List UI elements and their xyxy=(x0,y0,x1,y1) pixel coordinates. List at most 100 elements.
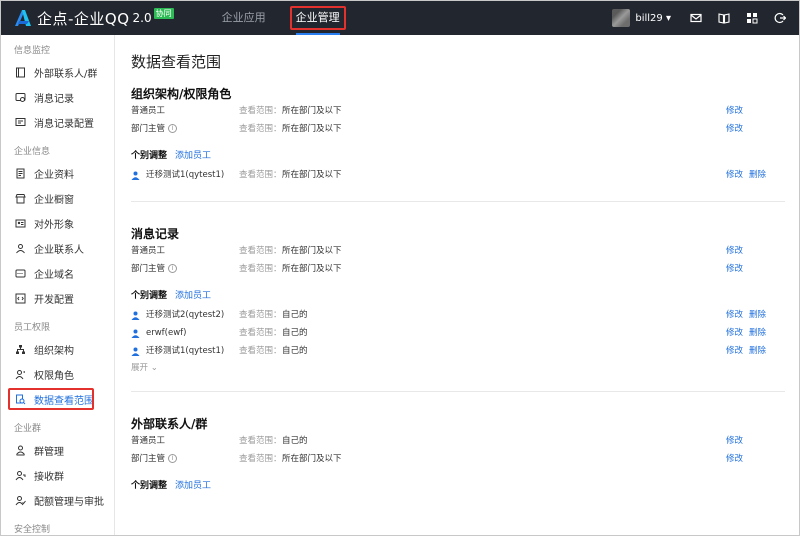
edit-link[interactable]: 修改 xyxy=(726,306,743,324)
chevron-down-icon: ⌄ xyxy=(150,363,158,373)
sidebar-item-group-manage[interactable]: 群管理 xyxy=(1,438,114,463)
edit-link[interactable]: 修改 xyxy=(726,166,743,184)
sidebar-item-public-image[interactable]: 对外形象 xyxy=(1,211,114,236)
person-row: 迁移测试1(qytest1) 查看范围： 所在部门及以下 修改 删除 xyxy=(131,166,785,184)
brand-badge: 协同 xyxy=(153,7,174,19)
top-right-tools: bill29 ▾ xyxy=(612,1,799,35)
app-window: 企点-企业QQ 2.0 协同 企业应用 企业管理 bill29 ▾ 信息监控 外… xyxy=(0,0,800,536)
person-row: 迁移测试1(qytest1) 查看范围： 自己的 修改 删除 xyxy=(131,342,785,360)
edit-link[interactable]: 修改 xyxy=(726,120,743,138)
user-menu[interactable]: bill29 ▾ xyxy=(635,13,671,24)
section-title: 组织架构/权限角色 xyxy=(131,87,232,101)
individual-adjust-label: 个别调整 xyxy=(131,291,168,301)
person-name: erwf(ewf) xyxy=(146,328,187,338)
section-title: 外部联系人/群 xyxy=(131,417,208,431)
sidebar-item-company-showcase[interactable]: 企业橱窗 xyxy=(1,186,114,211)
sidebar-item-dev-config[interactable]: 开发配置 xyxy=(1,286,114,311)
code-icon xyxy=(15,293,26,304)
scope-value: 所在部门及以下 xyxy=(282,124,342,134)
info-icon[interactable]: i xyxy=(168,264,178,273)
scope-value: 所在部门及以下 xyxy=(282,454,342,464)
scope-label: 查看范围： xyxy=(239,328,282,338)
sidebar-item-company-contacts[interactable]: 企业联系人 xyxy=(1,236,114,261)
person-icon xyxy=(131,171,140,180)
info-icon[interactable]: i xyxy=(168,124,178,133)
logo[interactable]: 企点-企业QQ 2.0 协同 xyxy=(13,1,174,35)
apps-grid-icon[interactable] xyxy=(745,11,759,25)
scope-label: 查看范围： xyxy=(239,264,282,274)
section-divider xyxy=(131,391,785,392)
contacts-book-icon xyxy=(15,67,26,78)
edit-link[interactable]: 修改 xyxy=(726,102,743,120)
add-employee-link[interactable]: 添加员工 xyxy=(175,151,211,161)
nav-enterprise-apps[interactable]: 企业应用 xyxy=(212,1,276,35)
sidebar-item-company-profile[interactable]: 企业资料 xyxy=(1,161,114,186)
individual-adjust-header: 个别调整 添加员工 xyxy=(131,146,785,166)
delete-link[interactable]: 删除 xyxy=(749,324,766,342)
delete-link[interactable]: 删除 xyxy=(749,166,766,184)
edit-link[interactable]: 修改 xyxy=(726,432,743,450)
sidebar-item-data-scope[interactable]: 数据查看范围 xyxy=(1,387,114,412)
scope-label: 查看范围： xyxy=(239,310,282,320)
section-org-structure: 组织架构/权限角色 普通员工 查看范围： 所在部门及以下 修改 部门主管 i 查看… xyxy=(131,86,785,184)
person-name: 迁移测试1(qytest1) xyxy=(146,346,225,356)
delete-link[interactable]: 删除 xyxy=(749,342,766,360)
document-icon xyxy=(15,168,26,179)
scope-label: 查看范围： xyxy=(239,170,282,180)
main-content: 数据查看范围 组织架构/权限角色 普通员工 查看范围： 所在部门及以下 修改 部… xyxy=(116,35,799,535)
brand-version: 2.0 xyxy=(132,11,152,25)
person-icon xyxy=(131,311,140,320)
role-row: 部门主管 i 查看范围： 所在部门及以下 修改 xyxy=(131,450,785,468)
sidebar-item-permission-roles[interactable]: 权限角色 xyxy=(1,362,114,387)
mail-icon[interactable] xyxy=(689,11,703,25)
sidebar-group-label: 安全控制 xyxy=(14,525,51,535)
nav-enterprise-management[interactable]: 企业管理 xyxy=(289,6,346,35)
person-entry: 迁移测试1(qytest1) xyxy=(131,342,224,360)
avatar[interactable] xyxy=(612,9,631,27)
expand-label: 展开 xyxy=(131,363,149,373)
top-bar: 企点-企业QQ 2.0 协同 企业应用 企业管理 bill29 ▾ xyxy=(1,1,799,35)
role-row: 普通员工 查看范围： 自己的 修改 xyxy=(131,432,785,450)
scope-label: 查看范围： xyxy=(239,436,282,446)
scope-value: 所在部门及以下 xyxy=(282,246,342,256)
role-name: 普通员工 xyxy=(131,106,166,116)
domain-icon xyxy=(15,268,26,279)
person-entry: 迁移测试2(qytest2) xyxy=(131,306,224,324)
book-icon[interactable] xyxy=(717,11,731,25)
edit-link[interactable]: 修改 xyxy=(726,342,743,360)
sidebar-item-label: 权限角色 xyxy=(34,371,74,382)
edit-link[interactable]: 修改 xyxy=(726,242,743,260)
edit-link[interactable]: 修改 xyxy=(726,450,743,468)
delete-link[interactable]: 删除 xyxy=(749,306,766,324)
scope-label: 查看范围： xyxy=(239,246,282,256)
sidebar-item-label: 组织架构 xyxy=(34,346,74,357)
logo-icon xyxy=(15,10,31,26)
sidebar-item-message-record[interactable]: 消息记录 xyxy=(1,85,114,110)
add-employee-link[interactable]: 添加员工 xyxy=(175,291,211,301)
sidebar-item-external-contacts[interactable]: 外部联系人/群 xyxy=(1,60,114,85)
scope-value: 自己的 xyxy=(282,436,308,446)
sidebar-item-label: 开发配置 xyxy=(34,295,74,306)
sidebar-item-group-receive[interactable]: 接收群 xyxy=(1,463,114,488)
add-employee-link[interactable]: 添加员工 xyxy=(175,481,211,491)
role-name: 普通员工 xyxy=(131,246,166,256)
sidebar-item-message-config[interactable]: 消息记录配置 xyxy=(1,110,114,135)
sidebar-item-label: 企业域名 xyxy=(34,270,74,281)
sidebar-item-company-domain[interactable]: 企业域名 xyxy=(1,261,114,286)
individual-adjust-label: 个别调整 xyxy=(131,151,168,161)
expand-toggle[interactable]: 展开 ⌄ xyxy=(131,360,785,376)
sidebar-item-quota-approval[interactable]: 配额管理与审批 xyxy=(1,488,114,513)
sidebar-item-org-structure[interactable]: 组织架构 xyxy=(1,337,114,362)
edit-link[interactable]: 修改 xyxy=(726,260,743,278)
role-name: 部门主管 xyxy=(131,124,166,134)
section-message-record: 消息记录 普通员工 查看范围： 所在部门及以下 修改 部门主管 i 查看范围： 所… xyxy=(131,226,785,376)
person-entry: 迁移测试1(qytest1) xyxy=(131,166,224,184)
top-nav: 企业应用 企业管理 xyxy=(212,1,360,35)
person-entry: erwf(ewf) xyxy=(131,324,186,342)
logout-icon[interactable] xyxy=(773,11,787,25)
edit-link[interactable]: 修改 xyxy=(726,324,743,342)
role-name-wrap: 部门主管 i xyxy=(131,450,178,468)
section-title: 消息记录 xyxy=(131,227,180,241)
page-title: 数据查看范围 xyxy=(131,53,222,71)
info-icon[interactable]: i xyxy=(168,454,178,463)
